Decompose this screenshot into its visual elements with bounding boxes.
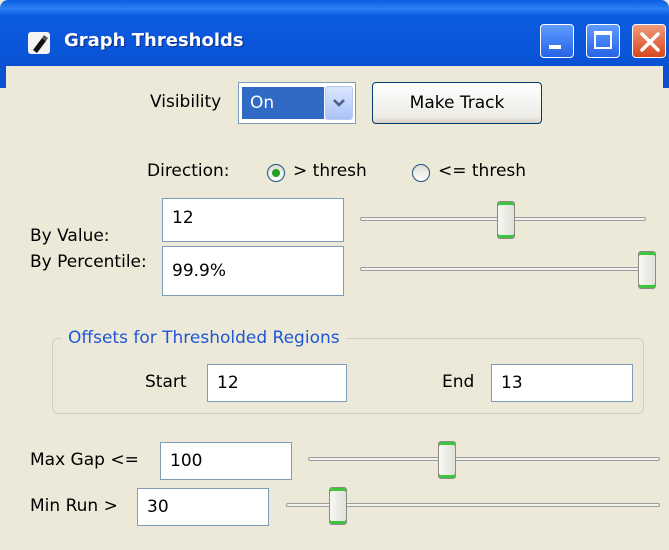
radio-selected-dot (272, 169, 280, 177)
slider-track (360, 267, 656, 271)
end-input[interactable]: 13 (491, 364, 633, 402)
visibility-label: Visibility (150, 92, 222, 112)
close-icon (640, 32, 660, 52)
start-input[interactable]: 12 (207, 364, 347, 402)
slider-track (308, 457, 660, 461)
min-run-slider[interactable] (286, 484, 660, 530)
slider-thumb[interactable] (329, 487, 347, 525)
chevron-down-icon (333, 99, 345, 107)
slider-thumb[interactable] (497, 201, 515, 239)
direction-radio-le[interactable] (412, 164, 430, 182)
maximize-button[interactable] (586, 24, 620, 58)
max-gap-input[interactable]: 100 (160, 442, 292, 480)
dropdown-button[interactable] (325, 86, 353, 120)
offsets-group-title: Offsets for Thresholded Regions (62, 328, 346, 348)
by-percentile-input[interactable]: 99.9% (162, 246, 344, 296)
make-track-button[interactable]: Make Track (372, 82, 542, 124)
end-label: End (442, 372, 475, 392)
direction-label: Direction: (147, 161, 230, 181)
visibility-selected-value: On (242, 87, 324, 119)
max-gap-slider[interactable] (308, 438, 660, 484)
window-title: Graph Thresholds (64, 30, 244, 51)
close-button[interactable] (632, 24, 666, 58)
max-gap-label: Max Gap <= (30, 450, 139, 470)
start-label: Start (145, 372, 187, 392)
slider-thumb[interactable] (438, 441, 456, 479)
maximize-icon (594, 31, 612, 49)
by-percentile-label: By Percentile: (30, 252, 147, 272)
minimize-icon (549, 45, 561, 49)
direction-option-gt-label[interactable]: > thresh (293, 161, 367, 181)
direction-option-le-label[interactable]: <= thresh (438, 161, 526, 181)
visibility-dropdown[interactable]: On (238, 82, 356, 124)
by-percentile-slider[interactable] (360, 248, 656, 294)
wand-icon (28, 32, 50, 54)
direction-radio-gt[interactable] (267, 164, 285, 182)
by-value-slider[interactable] (360, 198, 646, 244)
by-value-label: By Value: (30, 226, 110, 246)
by-value-input[interactable]: 12 (162, 198, 344, 242)
slider-thumb[interactable] (638, 251, 656, 289)
min-run-label: Min Run > (30, 496, 118, 516)
min-run-input[interactable]: 30 (137, 488, 269, 526)
minimize-button[interactable] (540, 24, 574, 58)
